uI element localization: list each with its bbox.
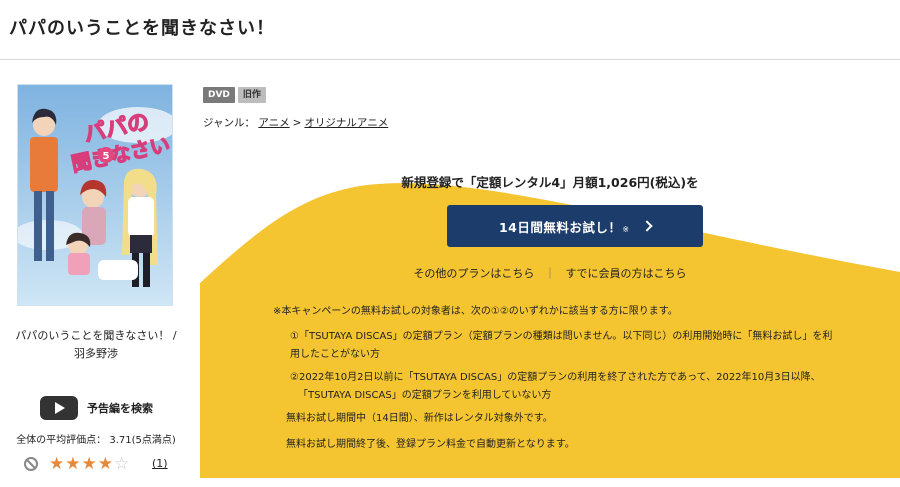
chevron-right-icon [641,220,653,232]
note-item-2-line2: 「TSUTAYA DISCAS」の定額プランを利用していない方 [298,390,552,401]
campaign-notes: ※本キャンペーンの無料お試しの対象者は、次の①②のいずれかに該当する方に限ります… [273,303,888,462]
note-auto-renew: 無料お試し期間終了後、登録プラン料金で自動更新となります。 [286,439,575,450]
promo-section: 14日間無料お試し！ ※ その他のプランはこちら ｜ すでに会員の方はこちら ※本キ… [0,0,900,487]
note-trial-period: 無料お試し期間中（14日間）、新作はレンタル対象外です。 [286,413,553,424]
link-divider: ｜ [544,267,556,280]
free-trial-note-mark: ※ [622,224,630,234]
note-item-2: ②2022年10月2日以前に「TSUTAYA DISCAS」の定額プランの利用を… [273,369,888,405]
account-links: その他のプランはこちら ｜ すでに会員の方はこちら [200,265,900,281]
member-login-link[interactable]: すでに会員の方はこちら [565,267,686,280]
free-trial-label: 14日間無料お試し！ [498,219,622,235]
note-item-2-line1: ②2022年10月2日以前に「TSUTAYA DISCAS」の定額プランの利用を… [290,372,821,383]
note-item-1-line2: 用したことがない方 [290,349,380,360]
notes-title: ※本キャンペーンの無料お試しの対象者は、次の①②のいずれかに該当する方に限ります… [273,306,678,317]
free-trial-button[interactable]: 14日間無料お試し！ ※ [447,205,703,247]
note-item-1-line1: ①「TSUTAYA DISCAS」の定額プラン（定額プランの種類は問いません。以… [290,331,833,342]
note-item-1: ①「TSUTAYA DISCAS」の定額プラン（定額プランの種類は問いません。以… [273,328,888,364]
other-plans-link[interactable]: その他のプランはこちら [413,267,534,280]
